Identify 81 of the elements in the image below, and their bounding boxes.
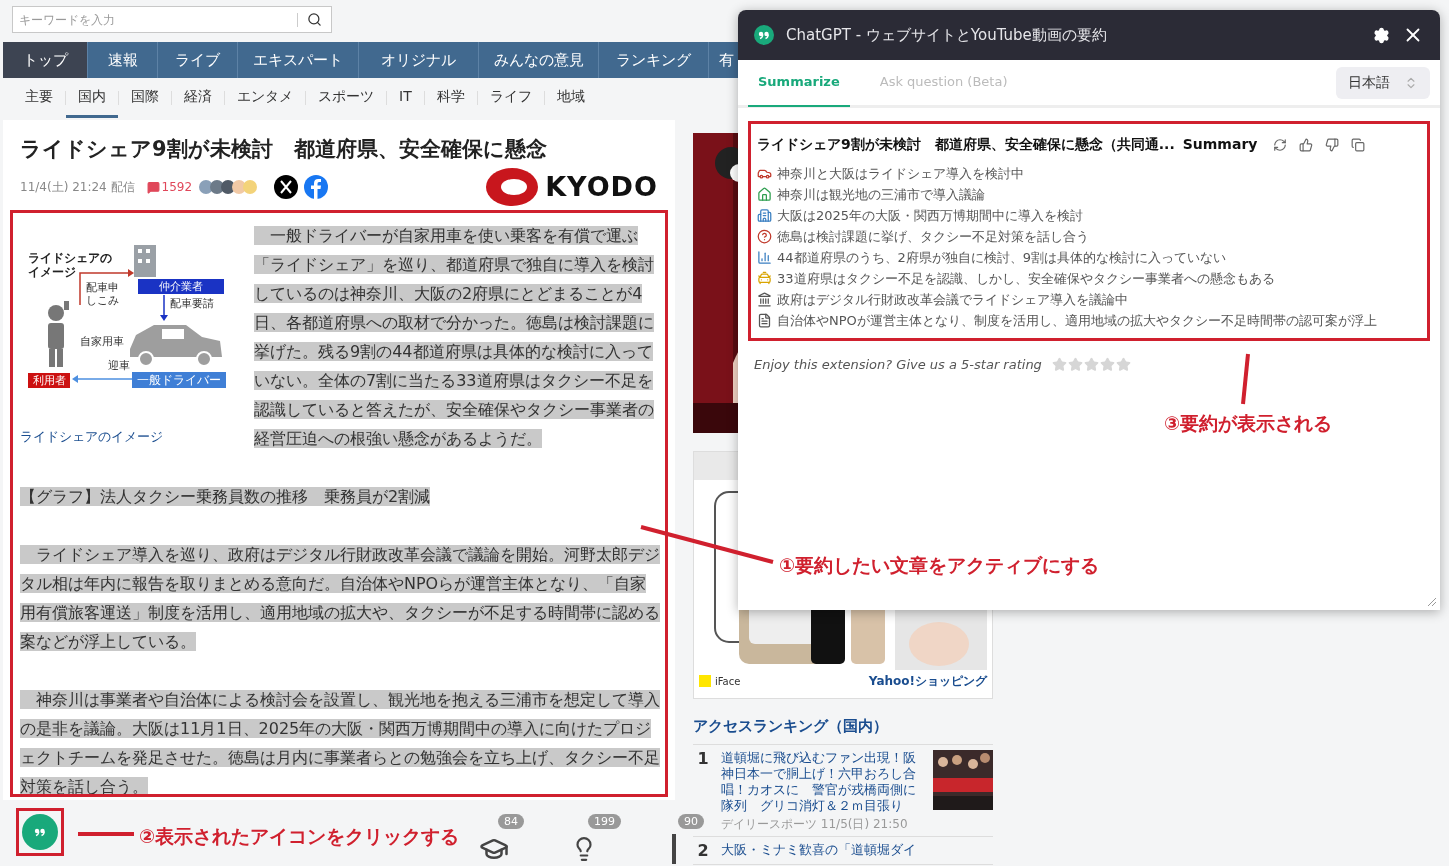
copy-icon[interactable] [1351,137,1366,152]
summary-point: 政府はデジタル行財政改革会議でライドシェア導入を議論中 [777,291,1128,309]
taxi-icon [757,271,772,286]
summary-label: Summary [1182,135,1258,154]
annotation-text: ①要約したい文章をアクティブにする [779,553,1100,578]
reaction-count: 90 [678,814,704,829]
category-tab[interactable]: 国際 [119,78,171,118]
quote-icon [754,25,774,45]
diagram-label: 利用者 [28,373,70,388]
x-logo-icon[interactable] [274,175,299,199]
bar-icon [671,834,677,864]
arrow [79,269,134,306]
summary-point: 自治体やNPOが運営主体となり、制度を活用し、適用地域の拡大やタクシー不足時間帯の認可案が浮上 [777,312,1377,330]
document-icon [757,313,772,328]
reaction-count: 199 [588,814,621,829]
category-tab[interactable]: 主要 [13,78,65,118]
house-icon [757,187,772,202]
search-field[interactable]: キーワードを入力 [12,6,332,33]
reaction-avatars-icon [198,179,259,195]
category-tab[interactable]: IT [387,78,424,118]
source-logo: KYODO [545,169,658,204]
star-rating[interactable] [1051,357,1131,373]
summary-title: ライドシェア9割が未検討 都道府県、安全確保に懸念（共同通... [757,135,1175,154]
category-tab[interactable]: 科学 [424,78,477,118]
summary-point: 徳島は検討課題に挙げ、タクシー不足対策を話し合う [777,228,1089,246]
article-link[interactable]: 【グラフ】法人タクシー乗務員数の推移 乗務員が2割減 [20,487,431,506]
diagram-label: 迎車 [108,359,131,372]
chart-icon [757,250,772,265]
image-caption: ライドシェアのイメージ [20,428,164,446]
annotation-line [1241,353,1250,405]
ranking-article-link[interactable]: 大阪・ミナミ歓喜の「道頓堀ダイ [721,841,993,858]
ranking-article-link[interactable]: 道頓堀に飛び込むファン出現！阪神日本一で胴上げ！六甲おろし合唱！カオスに 警官が戎橋両側に隊列 グリコ消灯＆２ｍ目張り [721,749,925,814]
publish-date: 11/4(土) 21:24 配信 [20,179,135,196]
language-select[interactable]: 日本語 [1336,66,1430,99]
diagram-label: 仲介業者 [138,279,224,294]
diagram-label: 自家用車 [80,335,125,348]
category-tab[interactable]: 地域 [544,78,597,118]
office-building-drawing [134,245,156,277]
rank-number: 2 [696,841,710,860]
summary-point: 大阪は2025年の大阪・関西万博期間中に導入を検討 [777,207,1084,225]
ranking-title: アクセスランキング（国内） [693,715,993,745]
comment-icon[interactable] [146,180,160,194]
ad-brand: iFace [699,673,741,689]
article-paragraph: ライドシェア導入を巡り、政府はデジタル行財政改革会議で議論を開始。河野太郎デジタル相は年内に報告を取りまとめる意向だ。自治体やNPOらが運営主体となり、「自家用有償旅客運送」制度を活用し、適用地域の拡大や、タクシーが不足する時間帯に認める案などが浮上している。 [20,544,661,653]
person-drawing [48,301,69,367]
ranking-source: デイリースポーツ 11/5(日) 21:50 [721,815,909,832]
bank-icon [757,292,772,307]
diagram-label: 配車要請 [170,297,215,310]
resize-grip-icon[interactable] [1427,597,1437,607]
annotation-text: ②表示されたアイコンをクリックする [139,824,460,849]
settings-icon[interactable] [1373,26,1390,44]
annotation-text: ③要約が表示される [1164,411,1333,436]
summarize-button[interactable] [22,814,58,850]
category-tab[interactable]: ライフ [477,78,544,118]
category-tab[interactable]: エンタメ [225,78,305,118]
question-icon [757,229,772,244]
search-icon[interactable] [307,12,322,27]
building-icon [757,208,772,223]
facebook-icon[interactable] [304,175,329,199]
diagram-label: 配車申しこみ [86,281,120,307]
rating-prompt: Enjoy this extension? Give us a 5-star rating [754,356,1042,374]
panel-title: ChatGPT - ウェブサイトとYouTube動画の要約 [786,24,1108,46]
summary-point: 神奈川は観光地の三浦市で導入議論 [777,186,985,204]
reaction-count: 84 [498,814,524,829]
category-tab[interactable]: スポーツ [306,78,386,118]
shopping-link[interactable]: Yahoo!ショッピング [868,672,987,690]
diagram-label: 一般ドライバー [132,372,226,388]
diagram-label: ライドシェアのイメージ [28,251,113,279]
nav-tab[interactable]: トップ [3,42,88,78]
thumbs-down-icon[interactable] [1325,137,1340,152]
refresh-icon[interactable] [1273,137,1288,152]
summary-point: 神奈川と大阪はライドシェア導入を検討中 [777,165,1024,183]
summary-point: 33道府県はタクシー不足を認識、しかし、安全確保やタクシー事業者への懸念もある [777,270,1275,288]
arrow [160,294,168,321]
comment-count[interactable]: 1592 [161,178,193,196]
kyodo-logo-icon [485,167,540,207]
summary-point: 44都道府県のうち、2府県が独自に検討、9割は具体的な検討に入っていない [777,249,1227,267]
thumbs-up-icon[interactable] [1299,137,1314,152]
article-title: ライドシェア9割が未検討 都道府県、安全確保に懸念 [19,136,548,163]
category-tab[interactable]: 経済 [172,78,224,118]
annotation-line [78,832,134,836]
